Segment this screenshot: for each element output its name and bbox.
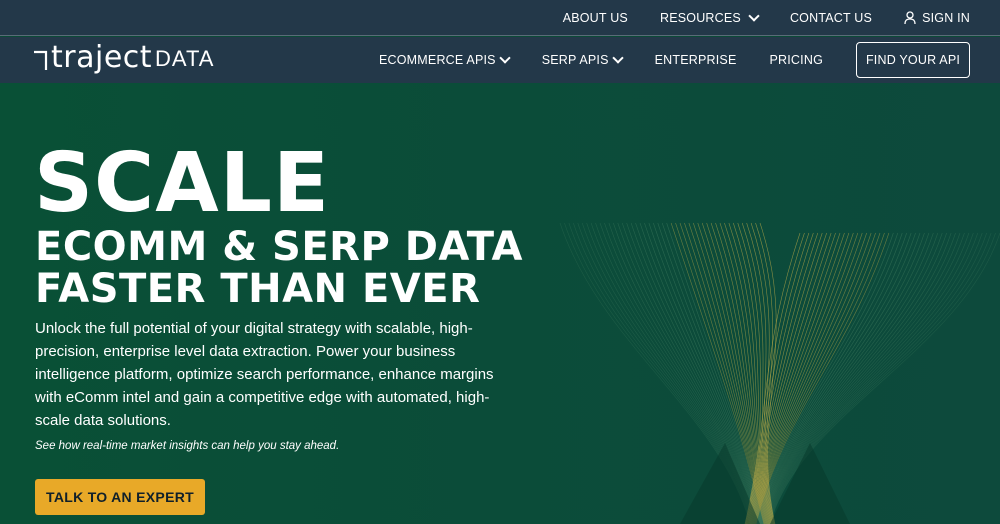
nav-pricing-label: PRICING [769,53,823,67]
resources-label: RESOURCES [659,11,741,25]
hero-headline-scale: SCALE [34,136,330,231]
chevron-down-icon [748,10,760,22]
site-logo[interactable]: traject DATA [33,43,214,73]
hero-note: See how real-time market insights can he… [35,440,340,452]
resources-menu[interactable]: RESOURCES [659,10,760,25]
decorative-wave-lines [559,222,1000,524]
contact-us-link[interactable]: CONTACT US [790,11,872,25]
logo-mark-icon [34,50,48,70]
utility-links: ABOUT US RESOURCES CONTACT US SIGN IN [563,0,970,36]
find-your-api-label: FIND YOUR API [865,53,961,67]
hero-headline-line2: FASTER THAN EVER [35,266,481,312]
about-us-label: ABOUT US [562,11,628,25]
nav-serp-label: SERP APIS [541,53,609,67]
hero-section: SCALE ECOMM & SERP DATA FASTER THAN EVER… [0,83,1000,524]
nav-pricing[interactable]: PRICING [770,53,824,67]
talk-to-expert-button[interactable]: TALK TO AN EXPERT [35,479,205,515]
sign-in-label: SIGN IN [922,11,970,25]
nav-ecommerce-apis[interactable]: ECOMMERCE APIS [379,52,511,67]
main-navbar: traject DATA ECOMMERCE APIS SERP APIS EN… [0,37,1000,83]
find-your-api-button[interactable]: FIND YOUR API [856,42,970,78]
hero-headline-line1: ECOMM & SERP DATA [35,224,523,270]
top-utility-bar: ABOUT US RESOURCES CONTACT US SIGN IN [0,0,1000,36]
primary-nav: ECOMMERCE APIS SERP APIS ENTERPRISE PRIC… [346,37,970,83]
chevron-down-icon [611,52,624,64]
nav-enterprise[interactable]: ENTERPRISE [655,53,737,67]
talk-to-expert-label: TALK TO AN EXPERT [46,489,194,505]
logo-data-word: DATA [155,46,215,71]
about-us-link[interactable]: ABOUT US [563,11,628,25]
contact-us-label: CONTACT US [789,11,873,25]
sign-in-link[interactable]: SIGN IN [904,11,970,25]
nav-ecommerce-label: ECOMMERCE APIS [379,53,496,67]
nav-enterprise-label: ENTERPRISE [654,53,737,67]
user-icon [904,11,916,25]
hero-description: Unlock the full potential of your digita… [35,320,494,429]
logo-wordmark: traject [51,40,153,75]
chevron-down-icon [499,52,511,64]
nav-serp-apis[interactable]: SERP APIS [541,52,624,67]
